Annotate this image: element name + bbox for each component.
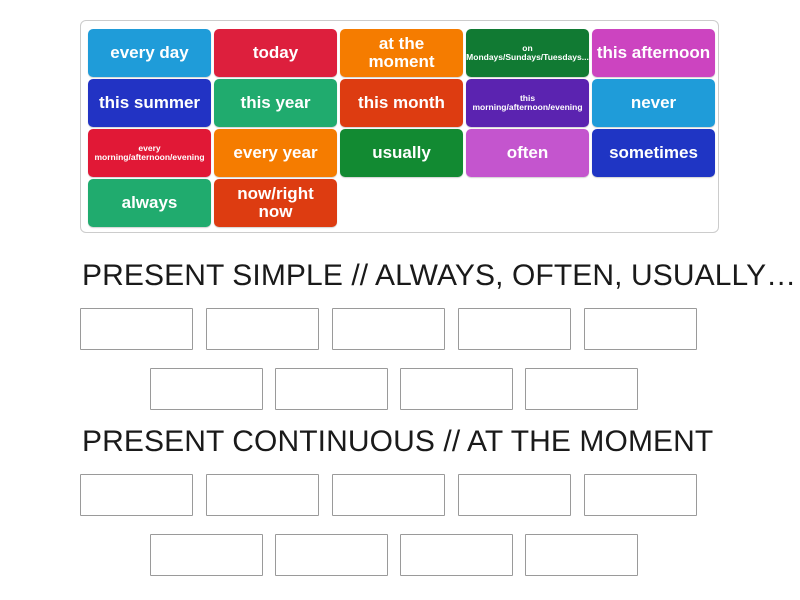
dropzone-group-present-simple <box>80 308 720 410</box>
word-tile[interactable]: every morning/afternoon/evening <box>88 129 211 177</box>
word-tile[interactable]: usually <box>340 129 463 177</box>
dropzone-slot[interactable] <box>525 534 638 576</box>
dropzone-row <box>80 368 720 410</box>
word-bank-row: this summer this year this month this morni… <box>88 78 718 128</box>
word-bank-row: every morning/afternoon/evening every yea… <box>88 128 718 178</box>
word-tile[interactable]: never <box>592 79 715 127</box>
section-title-present-continuous: PRESENT CONTINUOUS // AT THE MOMENT <box>82 425 714 458</box>
word-tile[interactable]: this year <box>214 79 337 127</box>
dropzone-slot[interactable] <box>80 474 193 516</box>
word-tile[interactable]: this month <box>340 79 463 127</box>
word-tile[interactable]: this summer <box>88 79 211 127</box>
word-tile[interactable]: every year <box>214 129 337 177</box>
word-bank-row: always now/right now <box>88 178 718 228</box>
word-tile[interactable]: today <box>214 29 337 77</box>
dropzone-row <box>80 474 720 516</box>
word-bank-row: every day today at the moment on Mondays/Su… <box>88 28 718 78</box>
dropzone-slot[interactable] <box>332 474 445 516</box>
word-tile[interactable]: this morning/afternoon/evening <box>466 79 589 127</box>
word-tile[interactable]: always <box>88 179 211 227</box>
dropzone-slot[interactable] <box>206 308 319 350</box>
dropzone-row <box>80 308 720 350</box>
word-tile[interactable]: sometimes <box>592 129 715 177</box>
dropzone-row <box>80 534 720 576</box>
word-tile[interactable]: every day <box>88 29 211 77</box>
activity-page: every day today at the moment on Mondays/Su… <box>0 0 800 600</box>
dropzone-slot[interactable] <box>150 368 263 410</box>
dropzone-slot[interactable] <box>206 474 319 516</box>
dropzone-slot[interactable] <box>80 308 193 350</box>
dropzone-group-present-continuous <box>80 474 720 576</box>
dropzone-slot[interactable] <box>400 534 513 576</box>
dropzone-slot[interactable] <box>458 308 571 350</box>
dropzone-slot[interactable] <box>584 308 697 350</box>
dropzone-slot[interactable] <box>332 308 445 350</box>
dropzone-slot[interactable] <box>458 474 571 516</box>
word-tile[interactable]: on Mondays/Sundays/Tuesdays... <box>466 29 589 77</box>
dropzone-slot[interactable] <box>584 474 697 516</box>
word-bank-container: every day today at the moment on Mondays/Su… <box>80 20 719 233</box>
word-tile[interactable]: this afternoon <box>592 29 715 77</box>
dropzone-slot[interactable] <box>275 534 388 576</box>
dropzone-slot[interactable] <box>150 534 263 576</box>
dropzone-slot[interactable] <box>275 368 388 410</box>
dropzone-slot[interactable] <box>400 368 513 410</box>
word-tile[interactable]: now/right now <box>214 179 337 227</box>
word-tile[interactable]: often <box>466 129 589 177</box>
dropzone-slot[interactable] <box>525 368 638 410</box>
word-tile[interactable]: at the moment <box>340 29 463 77</box>
section-title-present-simple: PRESENT SIMPLE // ALWAYS, OFTEN, USUALLY… <box>82 259 797 292</box>
